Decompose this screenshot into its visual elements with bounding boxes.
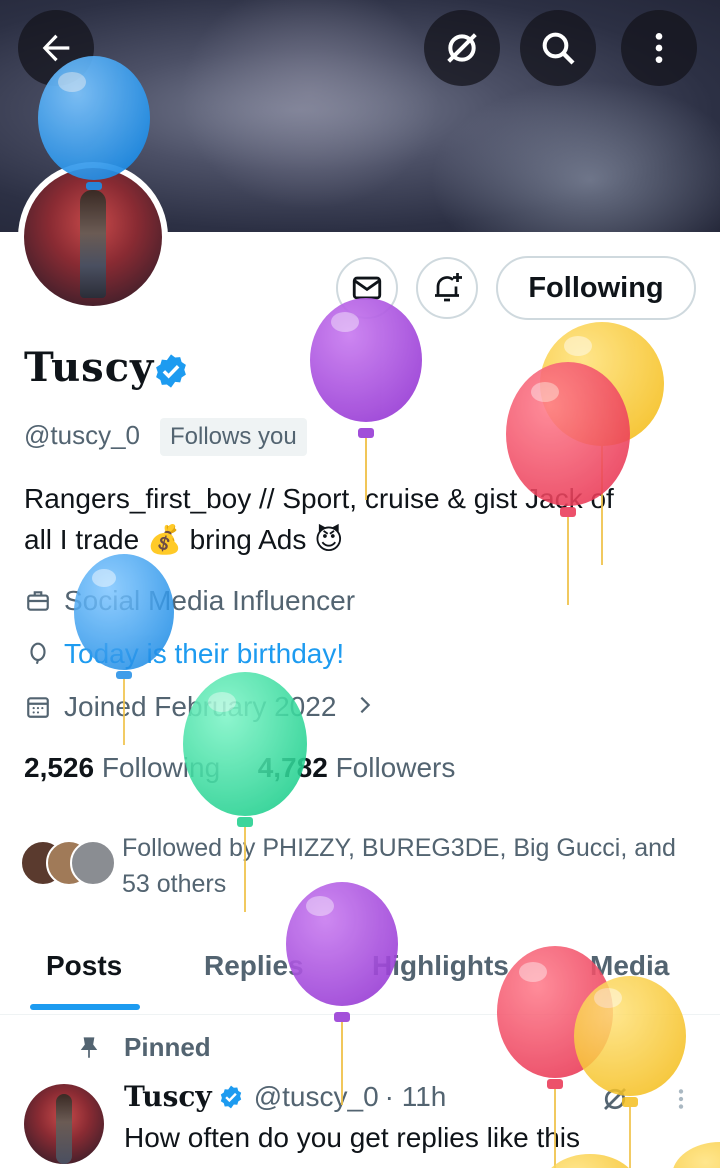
following-stat[interactable]: 2,526 Following xyxy=(24,752,220,783)
bell-plus-icon xyxy=(435,273,462,302)
post-header: Tuscy @tuscy_0 · 11h xyxy=(124,1080,446,1113)
followed-by-text[interactable]: Followed by PHIZZY, BUREG3DE, Big Gucci,… xyxy=(122,830,702,902)
birthday-row[interactable]: Today is their birthday! xyxy=(24,638,344,670)
tab-posts[interactable]: Posts xyxy=(46,950,122,982)
profile-avatar[interactable] xyxy=(18,162,168,312)
money-bag-emoji: 💰 xyxy=(146,524,182,555)
following-button[interactable]: Following xyxy=(496,256,696,320)
post-time: · 11h xyxy=(384,1080,447,1112)
chevron-right-icon[interactable] xyxy=(354,691,376,723)
more-button[interactable] xyxy=(621,10,697,86)
follower-avatar xyxy=(70,840,116,886)
pin-icon xyxy=(80,1036,98,1058)
profile-name: Tuscy xyxy=(24,344,155,391)
tab-replies[interactable]: Replies xyxy=(204,950,304,982)
briefcase-icon xyxy=(24,587,52,615)
follow-stats: 2,526 Following 4,782 Followers xyxy=(24,752,455,784)
category-row: Social Media Influencer xyxy=(24,585,355,617)
balloon-icon xyxy=(24,640,52,668)
joined-row[interactable]: Joined February 2022 xyxy=(24,691,376,723)
active-tab-indicator xyxy=(30,1004,140,1010)
slash-circle-icon xyxy=(447,33,477,63)
verified-badge-icon xyxy=(156,354,186,388)
post-author-avatar[interactable] xyxy=(24,1084,104,1164)
back-button[interactable] xyxy=(18,10,94,86)
pinned-label: Pinned xyxy=(76,1032,211,1063)
tab-media[interactable]: Media xyxy=(590,950,669,982)
devil-emoji: 😈 xyxy=(314,524,344,555)
search-button[interactable] xyxy=(520,10,596,86)
tab-highlights[interactable]: Highlights xyxy=(372,950,509,982)
followers-stat[interactable]: 4,782 Followers xyxy=(258,752,456,783)
message-button[interactable] xyxy=(336,257,398,319)
slash-circle-icon xyxy=(604,1088,626,1110)
post-text: How often do you get replies like this xyxy=(124,1122,581,1153)
calendar-icon xyxy=(24,693,52,721)
mail-icon xyxy=(352,276,382,300)
profile-bio: Rangers_first_boy // Sport, cruise & gis… xyxy=(24,483,614,555)
more-vertical-icon xyxy=(655,33,663,63)
search-icon xyxy=(542,32,575,65)
arrow-left-icon xyxy=(42,34,70,62)
profile-handle: @tuscy_0 xyxy=(24,420,140,450)
verified-badge-icon xyxy=(220,1085,241,1108)
notify-button[interactable] xyxy=(416,257,478,319)
follows-you-badge: Follows you xyxy=(160,418,307,456)
post-more-button[interactable] xyxy=(668,1084,694,1119)
post-author-name[interactable]: Tuscy xyxy=(124,1080,212,1113)
more-vertical-icon xyxy=(678,1089,684,1109)
post-author-handle: @tuscy_0 xyxy=(253,1080,379,1112)
post-grok-button[interactable] xyxy=(600,1084,630,1119)
grok-button[interactable] xyxy=(424,10,500,86)
